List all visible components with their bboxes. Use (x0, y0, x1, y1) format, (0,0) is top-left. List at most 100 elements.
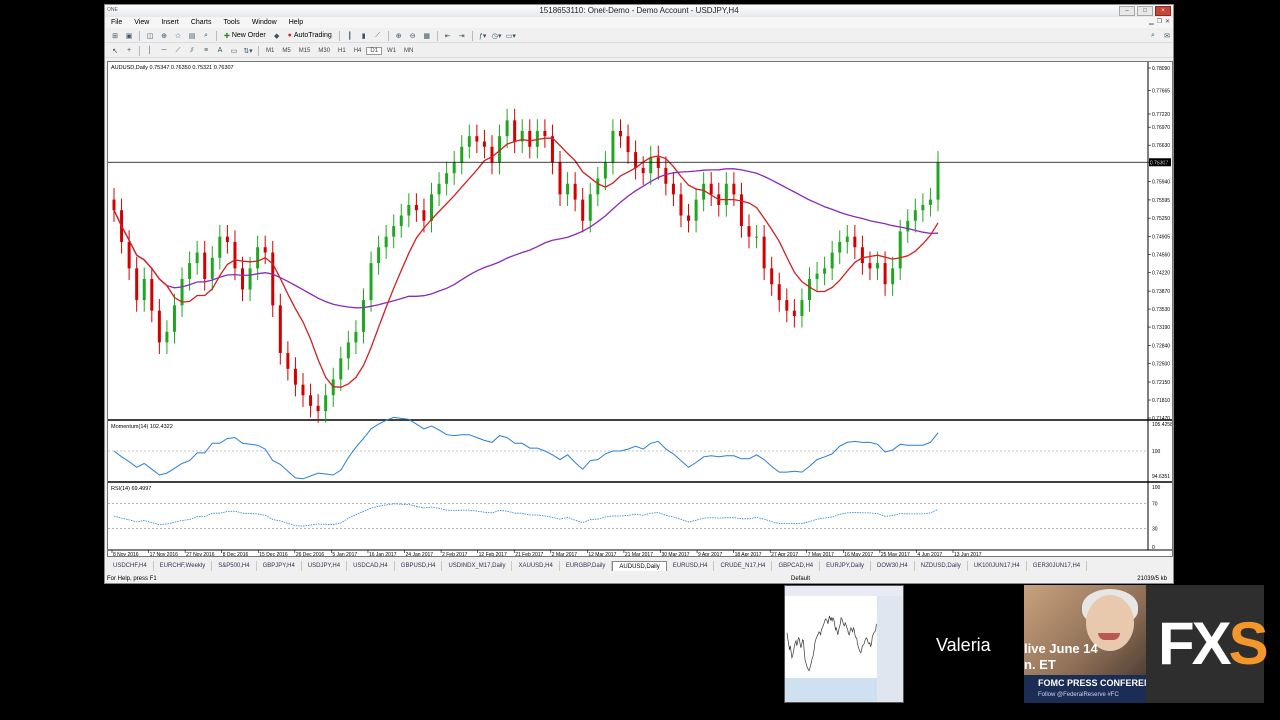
zoom-out-icon[interactable]: ⊖ (407, 31, 419, 41)
menu-help[interactable]: Help (283, 19, 309, 26)
autoscroll-icon[interactable]: ⇤ (442, 31, 454, 41)
new-chart-icon[interactable]: ⊞ (109, 31, 121, 41)
date-tick-label: 12 Mar 2017 (588, 552, 616, 556)
menu-view[interactable]: View (128, 19, 155, 26)
chart-tab[interactable]: UK100JUN17,H4 (968, 561, 1027, 571)
tf-m5[interactable]: M5 (279, 48, 293, 54)
tf-m30[interactable]: M30 (315, 48, 333, 54)
mdi-close-icon[interactable]: ✕ (1165, 18, 1170, 25)
tf-h4[interactable]: H4 (351, 48, 365, 54)
chart-tab[interactable]: CRUDE_N17,H4 (714, 561, 773, 571)
horizontal-line-icon[interactable]: ─ (158, 46, 170, 56)
arrows-icon[interactable]: ⇅▾ (242, 46, 254, 56)
text-icon[interactable]: A (214, 46, 226, 56)
label-icon[interactable]: ▭ (228, 46, 240, 56)
close-button[interactable]: × (1155, 6, 1171, 16)
candle-body (165, 331, 169, 343)
menu-window[interactable]: Window (246, 19, 283, 26)
chart-tab[interactable]: GBPJPY,H4 (257, 561, 302, 571)
maximize-button[interactable]: □ (1137, 6, 1153, 16)
chart-tab[interactable]: USDJPY,H4 (302, 561, 348, 571)
templates-icon[interactable]: ▭▾ (505, 31, 517, 41)
vertical-line-icon[interactable]: │ (144, 46, 156, 56)
crosshair-icon[interactable]: + (123, 46, 135, 56)
thumbnail-chart (785, 586, 903, 702)
menu-file[interactable]: File (105, 19, 128, 26)
candle-body (293, 368, 297, 385)
ma-fast-line (113, 137, 939, 388)
mdi-minimize-icon[interactable]: ▁ (1149, 18, 1154, 25)
thumbnail-side-panel (877, 596, 903, 702)
candlestick-icon[interactable]: ▮ (358, 31, 370, 41)
tester-icon[interactable]: ⌕ (200, 31, 212, 41)
candle-body (361, 300, 365, 332)
chart-tab[interactable]: GER30JUN17,H4 (1027, 561, 1088, 571)
search-icon[interactable]: ⌕ (1147, 31, 1159, 41)
chart-tab[interactable]: DOW30,H4 (871, 561, 915, 571)
navigator-icon[interactable]: ☆ (172, 31, 184, 41)
status-profile[interactable]: Default (791, 574, 810, 584)
chat-icon[interactable]: ✉ (1161, 31, 1173, 41)
tf-m1[interactable]: M1 (263, 48, 277, 54)
chart-canvas[interactable]: 0.763070.780900.776650.772200.769700.766… (108, 62, 1172, 556)
candle-body (430, 194, 434, 221)
price-tick-label: 0.77665 (1152, 88, 1170, 94)
candle-body (150, 278, 154, 311)
market-watch-icon[interactable]: ◫ (144, 31, 156, 41)
bar-chart-icon[interactable]: ┃ (344, 31, 356, 41)
chart-tab[interactable]: S&P500,H4 (212, 561, 257, 571)
chart-tab[interactable]: AUDUSD,Daily (612, 561, 667, 571)
chart-shift-icon[interactable]: ⇥ (456, 31, 468, 41)
chart-tab[interactable]: USDINDX_M17,Daily (442, 561, 513, 571)
chart-tab[interactable]: EURJPY,Daily (820, 561, 872, 571)
candle-body (785, 300, 789, 311)
date-tick-label: 21 Feb 2017 (515, 552, 543, 556)
tf-mn[interactable]: MN (401, 48, 416, 54)
date-tick-label: 2 Mar 2017 (552, 552, 578, 556)
new-order-button[interactable]: ✚ New Order (221, 31, 269, 41)
tf-w1[interactable]: W1 (384, 48, 399, 54)
chart-tab[interactable]: GBPCAD,H4 (772, 561, 821, 571)
menu-insert[interactable]: Insert (155, 19, 185, 26)
candle-body (732, 183, 736, 195)
tf-m15[interactable]: M15 (296, 48, 314, 54)
profiles-icon[interactable]: ▣ (123, 31, 135, 41)
trendline-icon[interactable]: ⟋ (172, 46, 184, 56)
zoom-in-icon[interactable]: ⊕ (393, 31, 405, 41)
candle-body (815, 273, 819, 279)
chart-tab[interactable]: EURUSD,H4 (667, 561, 715, 571)
metaeditor-icon[interactable]: ◆ (271, 31, 283, 41)
periods-icon[interactable]: ◷▾ (491, 31, 503, 41)
tf-d1[interactable]: D1 (366, 46, 383, 55)
tf-h1[interactable]: H1 (335, 48, 349, 54)
chart-tab[interactable]: GBPUSD,H4 (395, 561, 443, 571)
mdi-restore-icon[interactable]: ❐ (1157, 18, 1162, 25)
chart-tab[interactable]: XAUUSD,H4 (512, 561, 560, 571)
candle-body (807, 278, 811, 301)
tile-windows-icon[interactable]: ▦ (421, 31, 433, 41)
candle-body (770, 268, 774, 285)
candle-body (377, 247, 381, 264)
candle-body (422, 210, 426, 221)
data-window-icon[interactable]: ⊕ (158, 31, 170, 41)
minimize-button[interactable]: – (1119, 6, 1135, 16)
chart-tabs: USDCHF,H4 EURCHF,Weekly S&P500,H4 GBPJPY,H4… (107, 561, 1173, 571)
candle-body (679, 194, 683, 216)
cursor-icon[interactable]: ↖ (109, 46, 121, 56)
chart-tab[interactable]: NZDUSD,Daily (915, 561, 968, 571)
candle-body (694, 199, 698, 221)
chart-tab[interactable]: EURCHF,Weekly (154, 561, 213, 571)
chart-tab[interactable]: USDCHF,H4 (107, 561, 154, 571)
menu-charts[interactable]: Charts (185, 19, 218, 26)
channel-icon[interactable]: ⫽ (186, 46, 198, 56)
chart-tab[interactable]: USDCAD,H4 (347, 561, 395, 571)
line-chart-icon[interactable]: ⟋ (372, 31, 384, 41)
chart-window[interactable]: 0.76307 0.78090 0.77665 0.77220 0.76970 0.766… (107, 61, 1173, 557)
screen-share-thumbnail (784, 585, 904, 703)
fibonacci-icon[interactable]: ≡ (200, 46, 212, 56)
menu-tools[interactable]: Tools (217, 19, 245, 26)
terminal-icon[interactable]: ▤ (186, 31, 198, 41)
auto-trading-button[interactable]: ● AutoTrading (285, 31, 335, 41)
indicators-icon[interactable]: ƒ▾ (477, 31, 489, 41)
chart-tab[interactable]: EURGBP,Daily (560, 561, 613, 571)
